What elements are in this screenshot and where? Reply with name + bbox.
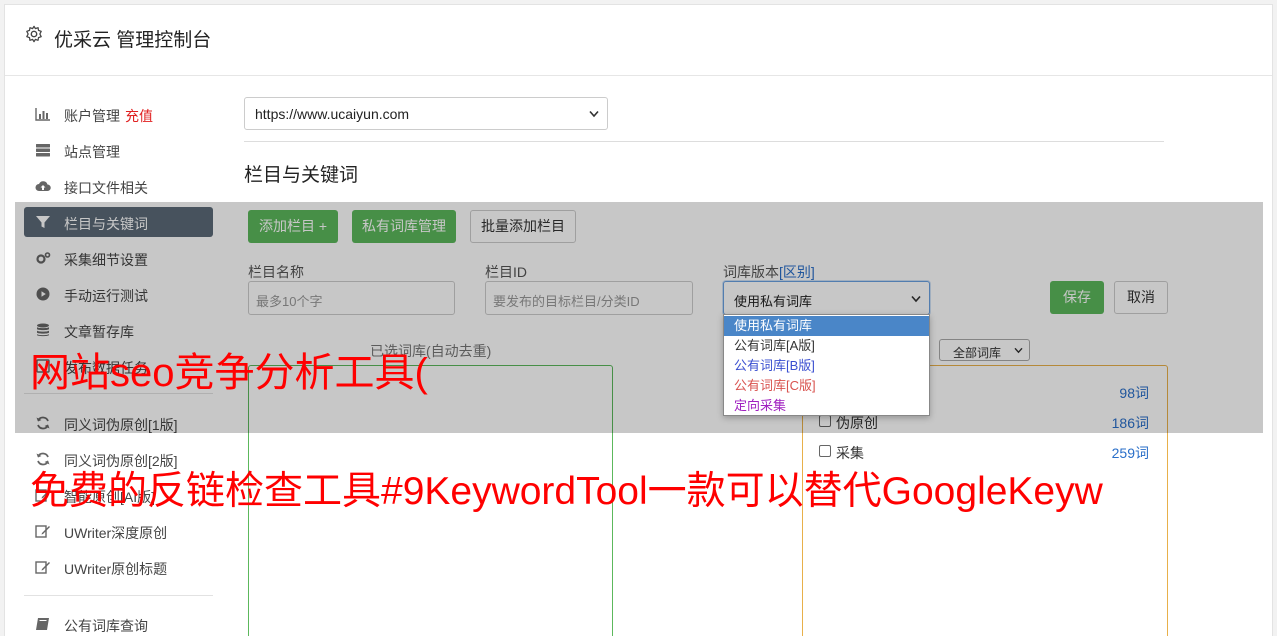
site-select-value: https://www.ucaiyun.com <box>255 106 410 122</box>
sidebar-item-label: UWriter深度原创 <box>64 525 168 541</box>
lexicon-name: 采集 <box>836 445 864 461</box>
sidebar-divider <box>24 595 213 596</box>
lexicon-version-dropdown[interactable]: 使用私有词库 公有词库[A版] 公有词库[B版] 公有词库[C版] 定向采集 <box>723 314 930 416</box>
section-title: 栏目与关键词 <box>244 165 359 186</box>
sidebar-item-label: 站点管理 <box>64 144 120 160</box>
lexicon-checkbox[interactable] <box>819 445 831 457</box>
recharge-link[interactable]: 充值 <box>125 108 153 124</box>
sidebar-item-interface[interactable]: 接口文件相关 <box>24 171 213 201</box>
dropdown-option-public-a[interactable]: 公有词库[A版] <box>724 336 929 356</box>
sidebar-item-uwriter-deep[interactable]: UWriter深度原创 <box>24 516 213 546</box>
gear-icon <box>26 25 42 43</box>
sidebar-item-label: 接口文件相关 <box>64 180 148 196</box>
site-select[interactable]: https://www.ucaiyun.com <box>244 97 608 130</box>
chevron-down-icon <box>589 110 599 118</box>
dim-overlay <box>15 202 1263 433</box>
cloud-upload-icon <box>35 181 51 191</box>
sidebar-item-label: UWriter原创标题 <box>64 561 168 577</box>
sidebar-item-label: 账户管理 <box>64 108 120 124</box>
sidebar-item-public-lexicon[interactable]: 公有词库查询 <box>24 609 213 636</box>
watermark-text-line1: 网站seo竞争分析工具( <box>30 351 428 395</box>
refresh-icon <box>36 452 50 466</box>
edit-icon <box>35 561 50 574</box>
sidebar-item-account[interactable]: 账户管理 充值 <box>24 99 213 129</box>
dropdown-option-public-b[interactable]: 公有词库[B版] <box>724 356 929 376</box>
dropdown-option-private[interactable]: 使用私有词库 <box>724 316 929 336</box>
dropdown-option-public-c[interactable]: 公有词库[C版] <box>724 376 929 396</box>
page-header: 优采云 管理控制台 <box>5 5 1272 76</box>
watermark-text-line2: 免费的反链检查工具#9KeywordTool一款可以替代GoogleKeyw <box>30 470 1103 513</box>
sidebar-item-uwriter-title[interactable]: UWriter原创标题 <box>24 552 213 582</box>
edit-icon <box>35 525 50 538</box>
dropdown-option-directed[interactable]: 定向采集 <box>724 396 929 416</box>
server-icon <box>36 144 50 157</box>
lexicon-count: 259词 <box>1111 445 1149 461</box>
sidebar-item-label: 同义词伪原创[2版] <box>64 453 178 469</box>
bar-chart-icon <box>35 108 50 121</box>
page-title: 优采云 管理控制台 <box>54 30 212 51</box>
book-icon <box>36 618 49 630</box>
section-divider <box>244 141 1164 142</box>
sidebar-item-sites[interactable]: 站点管理 <box>24 135 213 165</box>
sidebar-item-label: 公有词库查询 <box>64 618 148 634</box>
